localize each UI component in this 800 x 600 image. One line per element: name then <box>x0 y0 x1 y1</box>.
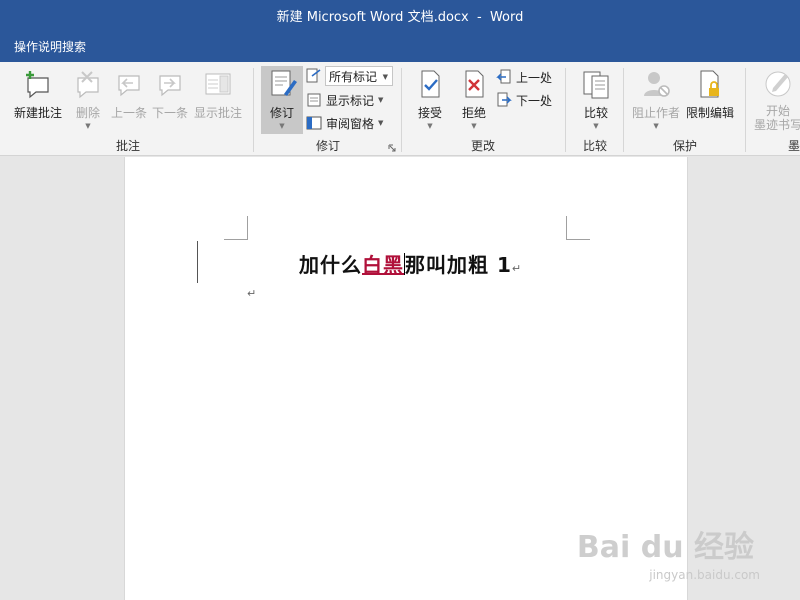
change-bar <box>197 241 198 283</box>
prev-comment-button[interactable]: 上一条 <box>111 66 147 121</box>
chevron-down-icon: ▼ <box>378 96 384 104</box>
chevron-down-icon: ▼ <box>427 122 433 130</box>
tell-me-search[interactable]: 操作说明搜索 <box>14 38 86 55</box>
next-change-button[interactable]: 下一处 <box>496 90 552 110</box>
next-comment-button[interactable]: 下一条 <box>152 66 188 121</box>
protect-group-label: 保护 <box>672 139 697 153</box>
accept-button[interactable]: 接受 ▼ <box>414 66 446 130</box>
lock-document-icon <box>700 70 719 98</box>
watermark-logo: Bai du 经验 <box>576 530 754 565</box>
changes-group: 接受 ▼ 拒绝 ▼ 上一处 下一处 更改 <box>404 62 562 156</box>
accept-change-icon <box>421 70 440 98</box>
track-changes-icon <box>271 70 297 96</box>
document-text-line[interactable]: 加什么白黑那叫加粗 1↵ <box>299 249 522 278</box>
markup-mode-select[interactable]: 所有标记 ▼ <box>325 66 393 86</box>
protect-group: 阻止作者 ▼ 限制编辑 保护 <box>626 62 744 156</box>
group-divider <box>623 68 624 152</box>
review-ribbon: 新建批注 删除 ▼ 上一条 下一条 显示批注 批注 修订 ▼ 所有标记 ▼ 显示… <box>0 62 800 156</box>
next-change-icon <box>497 92 512 107</box>
pen-icon <box>765 71 791 97</box>
show-markup-button[interactable]: 显示标记 ▼ <box>306 90 383 110</box>
paragraph-mark: ↵ <box>247 287 257 300</box>
compare-group: 比较 ▼ 比较 <box>568 62 622 156</box>
group-divider <box>401 68 402 152</box>
chevron-down-icon: ▼ <box>471 122 477 130</box>
show-comments-icon <box>205 73 231 95</box>
tracking-group-label: 修订 <box>315 139 340 153</box>
compare-button[interactable]: 比较 ▼ <box>580 66 612 130</box>
inserted-text: 白黑 <box>362 253 404 277</box>
new-comment-icon <box>26 71 49 99</box>
block-authors-icon <box>644 72 670 97</box>
chevron-down-icon: ▼ <box>378 119 384 127</box>
reject-button[interactable]: 拒绝 ▼ <box>458 66 490 130</box>
compare-icon <box>583 71 609 99</box>
start-inking-button[interactable]: 开始 墨迹书写 <box>754 66 800 132</box>
previous-comment-icon <box>118 75 140 97</box>
group-divider <box>745 68 746 152</box>
previous-change-button[interactable]: 上一处 <box>496 67 552 87</box>
reject-change-icon <box>465 70 484 98</box>
paragraph-mark: ↵ <box>511 262 523 275</box>
group-divider <box>565 68 566 152</box>
title-bar: 新建 Microsoft Word 文档.docx - Word <box>0 0 800 30</box>
dialog-launcher-icon[interactable] <box>388 144 396 152</box>
delete-comment-button[interactable]: 删除 ▼ <box>72 66 104 130</box>
window-title: 新建 Microsoft Word 文档.docx - Word <box>276 9 524 25</box>
watermark-url: jingyan.baidu.com <box>649 568 760 582</box>
comments-group-label: 批注 <box>115 139 140 153</box>
margin-corner-mark <box>224 216 248 240</box>
changes-group-label: 更改 <box>470 139 495 153</box>
restrict-editing-button[interactable]: 限制编辑 <box>686 66 734 121</box>
group-divider <box>253 68 254 152</box>
markup-display-icon <box>306 68 321 83</box>
block-authors-button[interactable]: 阻止作者 ▼ <box>632 66 680 130</box>
margin-corner-mark <box>566 216 590 240</box>
chevron-down-icon: ▼ <box>279 122 285 130</box>
delete-comment-icon <box>77 71 99 99</box>
ink-group-label: 墨 <box>788 139 800 153</box>
reviewing-pane-button[interactable]: 审阅窗格 ▼ <box>306 113 383 133</box>
chevron-down-icon: ▼ <box>382 73 388 81</box>
chevron-down-icon: ▼ <box>85 122 91 130</box>
comments-group: 新建批注 删除 ▼ 上一条 下一条 显示批注 批注 <box>4 62 252 156</box>
chevron-down-icon: ▼ <box>593 122 599 130</box>
word-window: 新建 Microsoft Word 文档.docx - Word 操作说明搜索 … <box>0 0 800 600</box>
tell-me-bar: 操作说明搜索 <box>0 30 800 62</box>
next-comment-icon <box>159 75 181 97</box>
tracking-group: 修订 ▼ 所有标记 ▼ 显示标记 ▼ 审阅窗格 ▼ 修订 <box>256 62 400 156</box>
track-changes-button[interactable]: 修订 ▼ <box>261 66 303 134</box>
compare-group-label: 比较 <box>582 139 607 153</box>
chevron-down-icon: ▼ <box>653 122 659 130</box>
document-area: 加什么白黑那叫加粗 1↵ ↵ Bai du 经验 jingyan.baidu.c… <box>0 157 800 600</box>
new-comment-button[interactable]: 新建批注 <box>14 66 62 121</box>
show-comments-button[interactable]: 显示批注 <box>194 66 242 121</box>
previous-change-icon <box>496 69 511 84</box>
show-markup-icon <box>307 93 321 107</box>
ink-group: 开始 墨迹书写 墨 <box>748 62 800 156</box>
reviewing-pane-icon <box>306 116 322 130</box>
